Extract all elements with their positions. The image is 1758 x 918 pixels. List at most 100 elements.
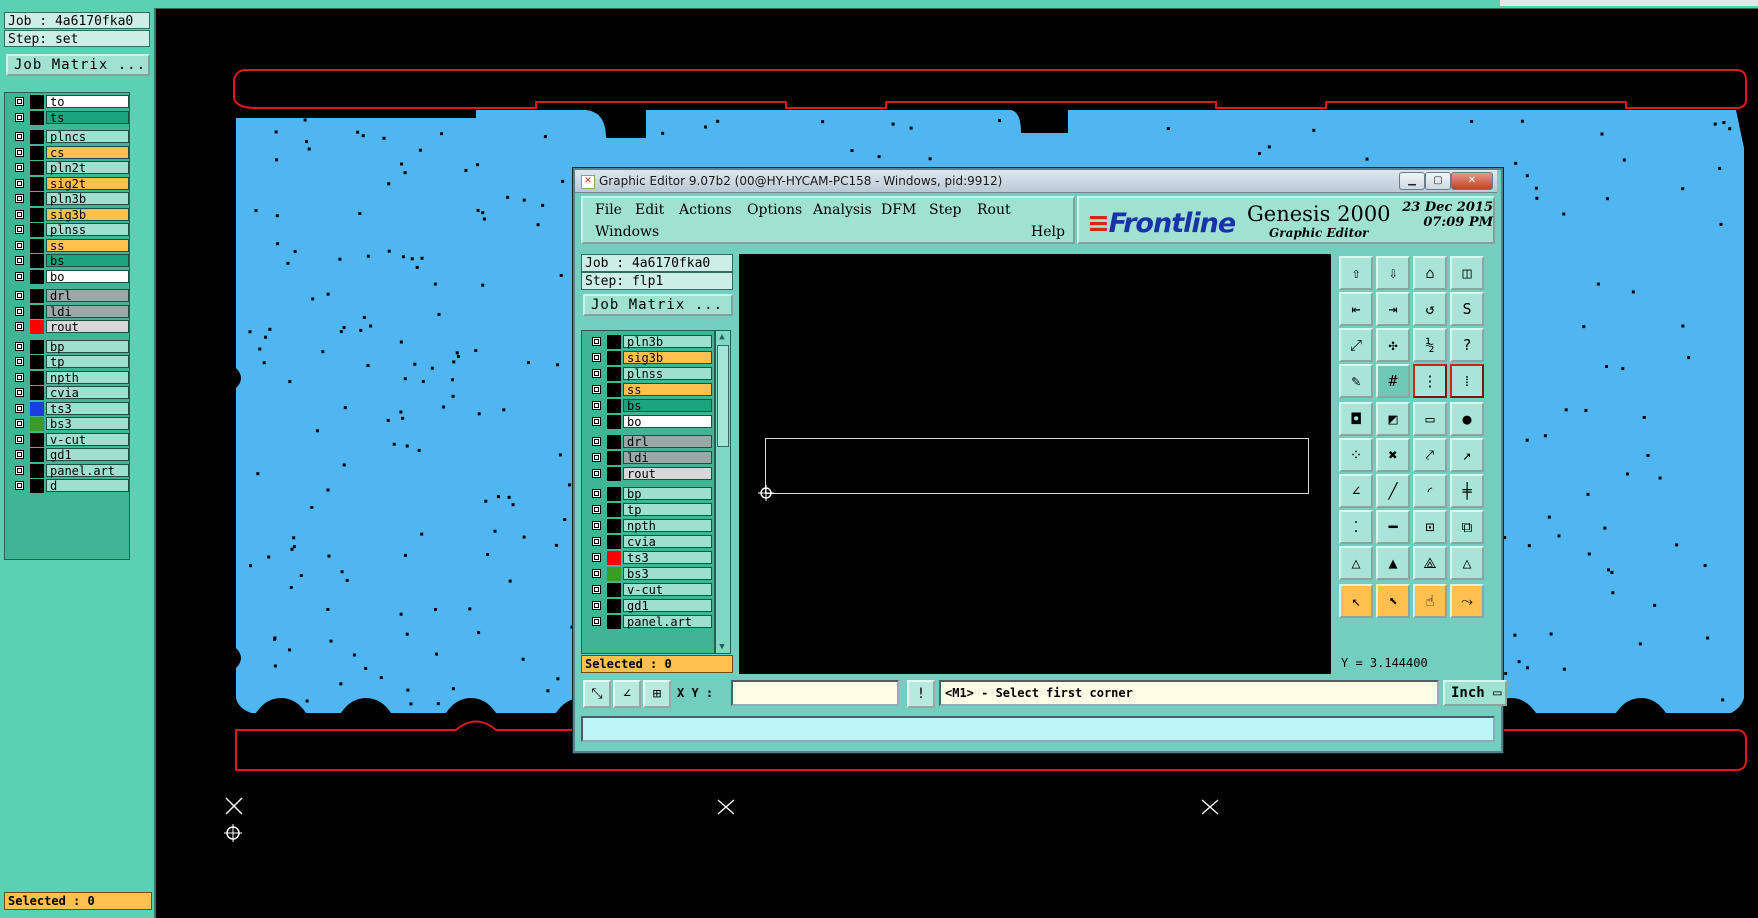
pad-icon[interactable]: ◘ [1339,402,1373,436]
layer-checkbox[interactable] [15,419,24,428]
route-icon[interactable]: ⤳ [1450,584,1484,618]
layer-checkbox[interactable] [15,256,24,265]
home-icon[interactable]: ⌂ [1413,256,1447,290]
layer-name[interactable]: bp [623,487,712,501]
layer-checkbox[interactable] [15,225,24,234]
layer-color-swatch[interactable] [30,432,44,447]
layer-row-panel.art[interactable]: panel.art [11,463,129,478]
menu-analysis[interactable]: Analysis [813,202,872,218]
menu-rout[interactable]: Rout [977,202,1011,218]
layer-row-bo[interactable]: bo [11,269,129,284]
split-icon[interactable]: ╪ [1450,474,1484,508]
layer-name[interactable]: bs3 [46,417,129,431]
layer-checkbox[interactable] [592,537,601,546]
layer-name[interactable]: pln2t [46,161,129,175]
layer-name[interactable]: plnss [623,367,712,381]
snap-icon[interactable]: S [1450,292,1484,326]
layer-color-swatch[interactable] [607,351,621,365]
export-icon[interactable]: ⇥ [1376,292,1410,326]
maximize-button[interactable]: ▢ [1425,172,1451,190]
layer-row-sig2t[interactable]: sig2t [11,176,129,191]
menu-dfm[interactable]: DFM [881,202,916,218]
editor-layer-row-pln3b[interactable]: pln3b [588,335,714,349]
editor-layer-row-ldi[interactable]: ldi [588,451,714,465]
layer-name[interactable]: d [46,479,129,493]
snap-angle-icon[interactable]: ∠ [613,680,641,708]
layer-compare-icon[interactable]: ⋮ [1413,364,1447,398]
copy-icon[interactable]: ⧉ [1450,510,1484,544]
layer-color-swatch[interactable] [607,435,621,449]
grid-snap-icon[interactable]: ⊞ [643,680,671,708]
layer-color-swatch[interactable] [607,583,621,597]
layer-row-bs[interactable]: bs [11,254,129,268]
editor-layer-row-v-cut[interactable]: v-cut [588,583,714,597]
layer-color-swatch[interactable] [607,503,621,517]
ruler-icon[interactable]: ▭ [1413,402,1447,436]
layer-checkbox[interactable] [15,97,24,106]
layer-color-swatch[interactable] [607,599,621,613]
layer-checkbox[interactable] [592,417,601,426]
layer-color-swatch[interactable] [30,110,44,125]
menu-windows[interactable]: Windows [595,224,659,240]
layer-row-gd1[interactable]: gd1 [11,448,129,462]
layer-checkbox[interactable] [592,337,601,346]
pointer-box-icon[interactable]: ⬉ [1376,584,1410,618]
layer-color-swatch[interactable] [30,448,44,462]
dual-node-icon[interactable]: ⁚ [1339,510,1373,544]
layer-color-swatch[interactable] [30,95,44,109]
minus-icon[interactable]: ━ [1376,510,1410,544]
layer-color-swatch[interactable] [607,551,621,565]
layer-color-swatch[interactable] [30,479,44,493]
layer-checkbox[interactable] [15,465,24,475]
triangle-c-icon[interactable]: △ [1450,546,1484,580]
layer-row-bs3[interactable]: bs3 [11,417,129,431]
layer-row-pln2t[interactable]: pln2t [11,161,129,175]
layer-name[interactable]: npth [46,370,129,384]
layer-row-bp[interactable]: bp [11,339,129,354]
editor-layer-row-bp[interactable]: bp [588,487,714,501]
scroll-down-icon[interactable]: ▼ [717,642,727,652]
zoom-fit-icon[interactable]: ⤢ [1339,328,1373,362]
editor-layer-row-rout[interactable]: rout [588,467,714,481]
layer-color-swatch[interactable] [30,386,44,400]
layer-name[interactable]: ldi [623,451,712,465]
editor-layer-row-plnss[interactable]: plnss [588,367,714,381]
pointer-icon[interactable]: ↖ [1339,584,1373,618]
move-icon[interactable]: ◩ [1376,402,1410,436]
layer-checkbox[interactable] [592,489,601,498]
layer-name[interactable]: gd1 [46,448,129,462]
layer-checkbox[interactable] [592,453,601,462]
layer-checkbox[interactable] [592,553,601,562]
layer-checkbox[interactable] [15,388,24,397]
layer-row-ss[interactable]: ss [11,238,129,253]
layer-row-plncs[interactable]: plncs [11,130,129,144]
layer-row-cvia[interactable]: cvia [11,386,129,400]
unit-selector[interactable]: Inch ▭ [1443,680,1507,706]
editor-job-matrix-button[interactable]: Job Matrix ... [583,294,733,316]
netlist-icon[interactable]: ⁞ [1450,364,1484,398]
menu-options[interactable]: Options [747,202,802,218]
layer-row-sig3b[interactable]: sig3b [11,207,129,222]
editor-layer-row-drl[interactable]: drl [588,435,714,449]
layer-row-pln3b[interactable]: pln3b [11,192,129,206]
window-split-icon[interactable]: ◫ [1450,256,1484,290]
slash-icon[interactable]: ╱ [1376,474,1410,508]
line-icon[interactable]: ∠ [1339,474,1373,508]
layer-name[interactable]: ts3 [46,401,129,415]
layer-checkbox[interactable] [15,147,24,157]
editor-layer-row-ts3[interactable]: ts3 [588,551,714,565]
layer-color-swatch[interactable] [607,615,621,629]
layer-row-cs[interactable]: cs [11,145,129,160]
layer-name[interactable]: tp [46,355,129,369]
arrow-icon[interactable]: ↗ [1450,438,1484,472]
layer-color-swatch[interactable] [30,289,44,303]
layer-checkbox[interactable] [15,112,24,122]
grid-icon[interactable]: # [1376,364,1410,398]
layer-checkbox[interactable] [15,194,24,203]
layer-row-drl[interactable]: drl [11,289,129,303]
editor-layer-row-panel.art[interactable]: panel.art [588,615,714,629]
layer-name[interactable]: pln3b [46,192,129,206]
layer-checkbox[interactable] [15,450,24,459]
layer-checkbox[interactable] [592,585,601,594]
layer-color-swatch[interactable] [30,355,44,369]
